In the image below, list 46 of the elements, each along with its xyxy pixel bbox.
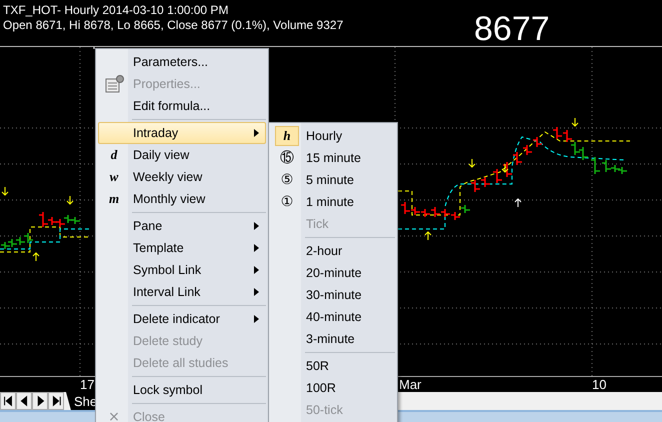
menu-item[interactable]: Intraday [98,122,266,144]
shortcut-glyph: d [110,146,118,164]
axis-label: 17 [80,377,94,392]
menu-item[interactable]: ① 1 minute [271,191,395,213]
shortcut-glyph: w [108,168,120,186]
ohlc-readout: Open 8671, Hi 8678, Lo 8665, Close 8677 (0.1%), Volume 9327 [3,18,344,33]
shortcut-glyph: ⑤ [280,170,294,190]
shortcut-glyph: h [275,126,299,146]
shortcut-glyph: m [108,190,120,208]
menu-item[interactable]: Delete indicator [98,308,266,330]
menu-item[interactable]: 50R [271,355,395,377]
last-price: 8677 [474,10,550,48]
submenu-arrow-icon [254,244,259,252]
menu-item[interactable]: Parameters... [98,51,266,73]
menu-item[interactable]: Symbol Link [98,259,266,281]
menu-item[interactable]: 3-minute [271,328,395,350]
chart-title: TXF_HOT- Hourly 2014-03-10 1:00:00 PM [3,3,228,18]
menu-item[interactable]: 30-minute [271,284,395,306]
previous-page-icon[interactable] [18,395,30,407]
axis-label: Mar [399,377,422,392]
submenu-arrow-icon [254,266,259,274]
axis-label: 10 [592,377,606,392]
shortcut-glyph: ① [280,192,294,212]
menu-item[interactable]: 2-hour [271,240,395,262]
menu-item[interactable]: ⑤ 5 minute [271,169,395,191]
submenu-arrow-icon [254,129,259,137]
menu-item[interactable]: Template [98,237,266,259]
menu-item[interactable]: ⑮ 15 minute [271,147,395,169]
menu-item[interactable]: w Weekly view [98,166,266,188]
menu-item[interactable]: h Hourly [271,125,395,147]
menu-item[interactable]: m Monthly view [98,188,266,210]
menu-item[interactable]: Pane [98,215,266,237]
menu-item[interactable]: Edit formula... [98,95,266,117]
submenu-arrow-icon [254,222,259,230]
submenu-arrow-icon [254,288,259,296]
last-page-icon[interactable] [50,395,62,407]
menu-item[interactable]: Interval Link [98,281,266,303]
first-page-icon[interactable] [2,395,14,407]
menu-item[interactable]: 100R [271,377,395,399]
menu-item[interactable]: d Daily view [98,144,266,166]
shortcut-glyph: ⑮ [279,148,295,168]
menu-item[interactable]: 20-minute [271,262,395,284]
menu-item[interactable]: 40-minute [271,306,395,328]
shortcut-glyph: × [107,408,121,422]
properties-icon [105,75,125,93]
submenu-arrow-icon [254,315,259,323]
